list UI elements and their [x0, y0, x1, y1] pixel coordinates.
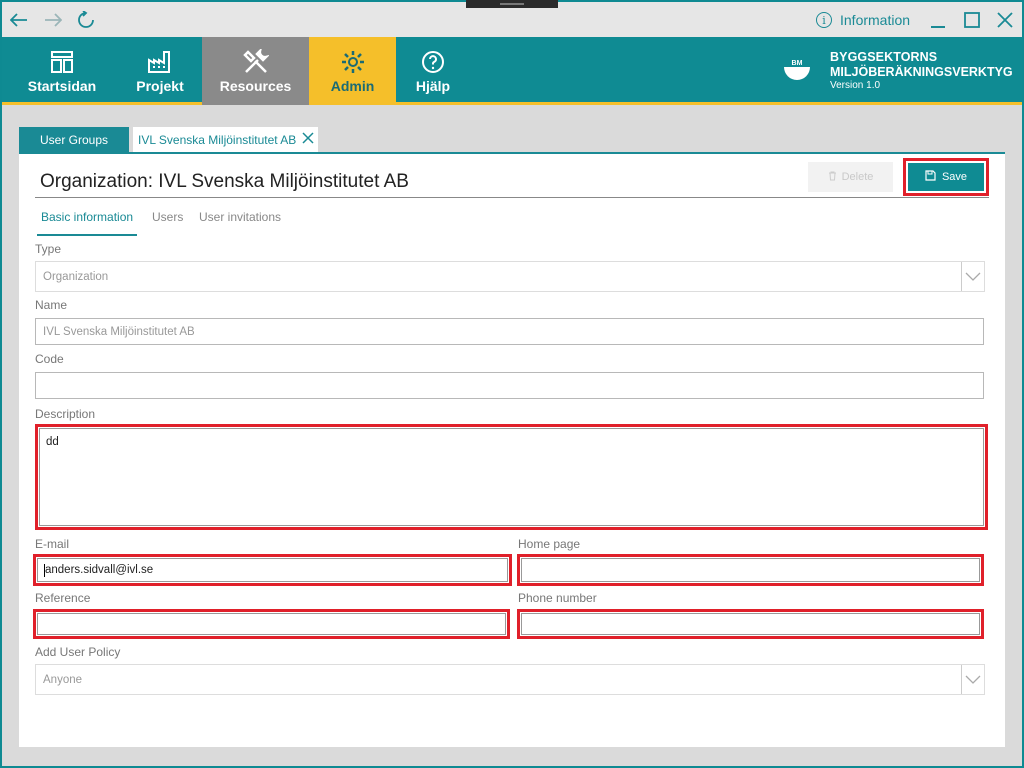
back-arrow-icon[interactable]: [8, 6, 30, 34]
nav-startsidan[interactable]: Startsidan: [22, 37, 102, 105]
maximize-icon[interactable]: [962, 6, 982, 34]
info-circle-icon: i: [816, 12, 832, 28]
gear-icon: [341, 48, 365, 76]
close-window-icon[interactable]: [995, 6, 1015, 34]
nav-label: Admin: [330, 78, 375, 94]
tools-icon: [242, 48, 269, 76]
tab-label: User Groups: [39, 133, 109, 147]
brand: BM BYGGSEKTORNS MILJÖBERÄKNINGSVERKTYG V…: [782, 47, 1018, 97]
factory-icon: [147, 48, 173, 76]
brand-version: Version 1.0: [830, 80, 881, 91]
reference-label: Reference: [35, 591, 91, 605]
information-label: Information: [840, 12, 911, 28]
email-label: E-mail: [35, 537, 70, 551]
code-input[interactable]: [35, 372, 984, 399]
main-navigation: Startsidan Projekt Resources Admin Hjälp…: [2, 37, 1022, 105]
delete-label: Delete: [841, 171, 874, 183]
phone-field[interactable]: [517, 609, 984, 639]
subtab-label: Users: [152, 210, 184, 224]
name-input[interactable]: IVL Svenska Miljöinstitutet AB: [35, 318, 984, 345]
nav-label: Startsidan: [27, 78, 97, 94]
brand-line-2: MILJÖBERÄKNINGSVERKTYG: [830, 65, 1013, 79]
tab-user-invitations[interactable]: User invitations: [199, 208, 281, 236]
chevron-down-icon: [961, 665, 984, 694]
name-value: IVL Svenska Miljöinstitutet AB: [43, 325, 195, 338]
tab-user-groups[interactable]: User Groups: [19, 127, 129, 153]
type-label: Type: [35, 242, 62, 256]
tab-users[interactable]: Users: [152, 208, 183, 236]
nav-projekt[interactable]: Projekt: [122, 37, 198, 105]
home-icon: [50, 48, 74, 76]
forward-arrow-icon[interactable]: [42, 6, 64, 34]
tab-label: IVL Svenska Miljöinstitutet AB: [138, 132, 297, 147]
brand-line-1: BYGGSEKTORNS: [830, 50, 938, 64]
policy-label: Add User Policy: [35, 645, 121, 659]
window-notch: [466, 0, 558, 8]
nav-label: Resources: [219, 78, 292, 94]
subtab-label: Basic information: [41, 210, 134, 224]
help-icon: [421, 48, 445, 76]
save-label: Save: [941, 171, 968, 183]
title-divider: [35, 197, 989, 198]
name-label: Name: [35, 298, 68, 312]
nav-resources[interactable]: Resources: [202, 37, 309, 105]
code-label: Code: [35, 352, 64, 366]
type-select[interactable]: Organization: [35, 261, 985, 292]
email-value: anders.sidvall@ivl.se: [45, 564, 154, 576]
svg-text:BM: BM: [792, 60, 803, 67]
description-textarea[interactable]: dd: [35, 424, 988, 530]
nav-label: Projekt: [136, 78, 184, 94]
information-button[interactable]: i Information: [816, 10, 910, 30]
minimize-icon[interactable]: [928, 6, 948, 34]
close-tab-icon[interactable]: [302, 131, 314, 149]
refresh-icon[interactable]: [75, 6, 97, 34]
subtab-label: User invitations: [199, 210, 282, 224]
chevron-down-icon: [961, 262, 984, 291]
reference-field[interactable]: [33, 609, 510, 639]
description-label: Description: [35, 407, 96, 421]
tab-basic-information[interactable]: Basic information: [37, 208, 138, 236]
page-title: Organization: IVL Svenska Miljöinstitute…: [40, 171, 409, 192]
homepage-label: Home page: [518, 537, 581, 551]
homepage-field[interactable]: [517, 554, 984, 586]
save-button[interactable]: Save: [903, 158, 989, 196]
policy-value: Anyone: [43, 673, 83, 686]
delete-button[interactable]: Delete: [808, 162, 893, 192]
floppy-disk-icon: [925, 170, 936, 184]
nav-label: Hjälp: [415, 78, 451, 94]
bm-logo: BM: [782, 57, 812, 83]
type-value: Organization: [43, 270, 109, 283]
trash-icon: [828, 171, 837, 184]
policy-select[interactable]: Anyone: [35, 664, 985, 695]
tab-organization[interactable]: IVL Svenska Miljöinstitutet AB: [133, 127, 318, 153]
nav-admin[interactable]: Admin: [309, 37, 396, 105]
phone-label: Phone number: [518, 591, 597, 605]
description-value: dd: [46, 436, 59, 448]
nav-hjalp[interactable]: Hjälp: [398, 37, 468, 105]
email-field[interactable]: anders.sidvall@ivl.se: [33, 554, 512, 586]
content-panel: Organization: IVL Svenska Miljöinstitute…: [19, 154, 1005, 747]
